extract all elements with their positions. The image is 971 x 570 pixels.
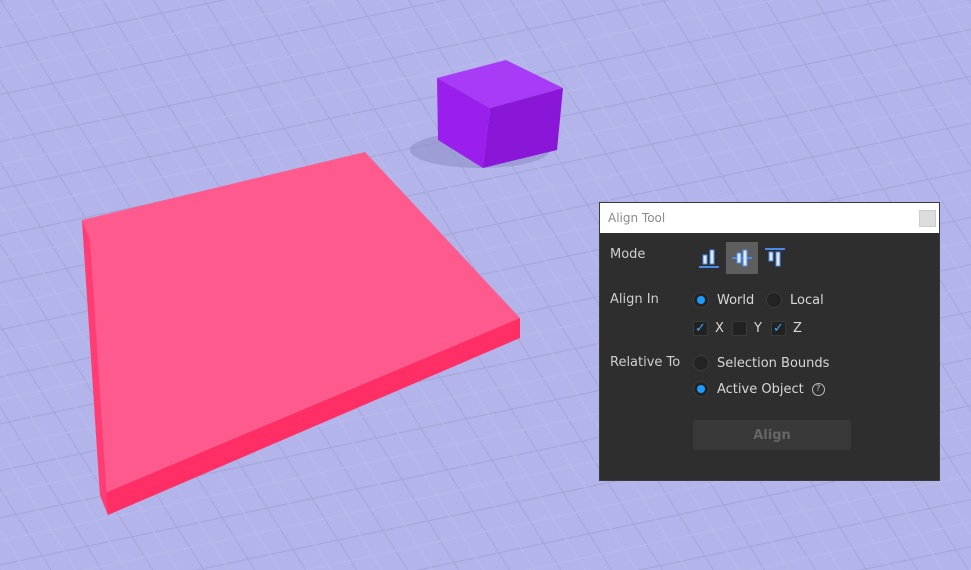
radio-active-object[interactable]: Active Object? bbox=[693, 381, 825, 397]
x-label: X bbox=[715, 321, 724, 336]
align-tool-panel: Align Tool Mode Align In World Local ✓ X … bbox=[599, 202, 940, 481]
radio-button[interactable] bbox=[766, 292, 782, 308]
help-icon[interactable]: ? bbox=[811, 382, 825, 396]
active-object-label: Active Object bbox=[717, 381, 804, 397]
resize-grip-icon[interactable] bbox=[919, 210, 936, 227]
radio-world[interactable]: World bbox=[693, 292, 754, 308]
panel-title: Align Tool bbox=[608, 211, 666, 225]
radio-local[interactable]: Local bbox=[766, 292, 824, 308]
checkbox-y[interactable]: Y bbox=[732, 321, 762, 336]
radio-button[interactable] bbox=[693, 355, 709, 371]
relative-to-label: Relative To bbox=[610, 355, 681, 370]
align-max-icon bbox=[765, 248, 785, 267]
z-label: Z bbox=[793, 321, 802, 336]
y-label: Y bbox=[754, 321, 762, 336]
checkbox-z[interactable]: ✓ Z bbox=[771, 321, 802, 336]
world-label: World bbox=[717, 292, 755, 308]
radio-button[interactable] bbox=[693, 381, 709, 397]
panel-titlebar[interactable]: Align Tool bbox=[600, 203, 939, 233]
align-max-button[interactable] bbox=[759, 242, 791, 274]
radio-button[interactable] bbox=[693, 292, 709, 308]
selection-bounds-label: Selection Bounds bbox=[717, 355, 830, 371]
checkbox-empty[interactable] bbox=[732, 321, 747, 336]
checkmark-icon[interactable]: ✓ bbox=[693, 321, 708, 336]
align-in-label: Align In bbox=[610, 292, 659, 307]
checkmark-icon[interactable]: ✓ bbox=[771, 321, 786, 336]
align-min-button[interactable] bbox=[693, 242, 725, 274]
align-center-button[interactable] bbox=[726, 242, 758, 274]
radio-selection-bounds[interactable]: Selection Bounds bbox=[693, 355, 829, 371]
align-min-icon bbox=[699, 249, 719, 268]
align-button[interactable]: Align bbox=[693, 420, 851, 450]
align-center-icon bbox=[732, 249, 752, 267]
checkbox-x[interactable]: ✓ X bbox=[693, 321, 724, 336]
local-label: Local bbox=[790, 292, 824, 308]
mode-label: Mode bbox=[610, 247, 646, 262]
